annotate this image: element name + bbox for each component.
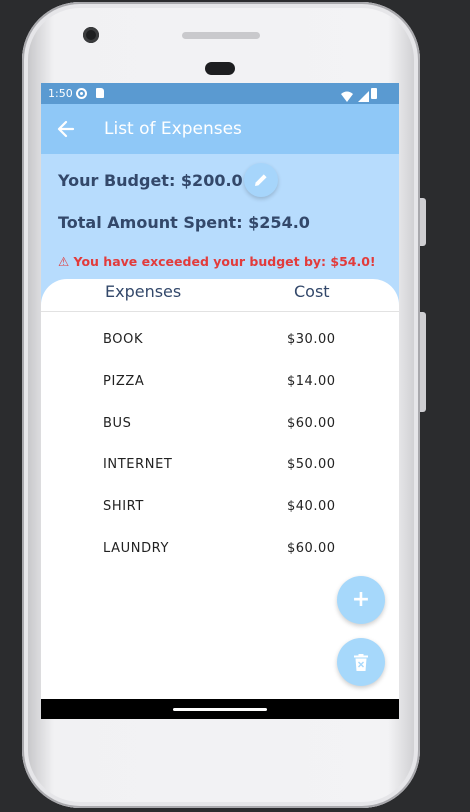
- expense-cost: $14.00: [287, 374, 336, 389]
- list-item[interactable]: BUS $60.00: [41, 416, 399, 440]
- header-divider: [41, 311, 399, 312]
- budget-text: Your Budget: $200.0: [58, 171, 243, 190]
- list-item[interactable]: PIZZA $14.00: [41, 374, 399, 398]
- pencil-icon: [255, 174, 267, 186]
- delete-expenses-button[interactable]: [337, 638, 385, 686]
- home-indicator[interactable]: [173, 708, 267, 711]
- column-header-expenses: Expenses: [105, 282, 182, 301]
- trash-icon: [354, 654, 368, 671]
- status-bar: 1:50: [41, 83, 399, 104]
- battery-icon: [371, 88, 377, 99]
- expense-cost: $60.00: [287, 416, 336, 431]
- front-camera: [83, 27, 99, 43]
- expense-name: BUS: [103, 416, 132, 431]
- app-bar: List of Expenses: [41, 104, 399, 154]
- list-item[interactable]: INTERNET $50.00: [41, 457, 399, 481]
- expense-cost: $40.00: [287, 499, 336, 514]
- expense-name: LAUNDRY: [103, 541, 170, 556]
- sd-card-icon: [96, 88, 104, 98]
- plus-icon: +: [351, 587, 371, 612]
- total-spent-text: Total Amount Spent: $254.0: [58, 213, 310, 232]
- arrow-left-icon[interactable]: [57, 117, 75, 146]
- status-time: 1:50: [48, 87, 73, 100]
- list-item[interactable]: BOOK $30.00: [41, 332, 399, 356]
- edit-budget-button[interactable]: [244, 163, 278, 197]
- system-nav-bar: [41, 699, 399, 719]
- earpiece-speaker: [182, 32, 260, 39]
- list-item[interactable]: SHIRT $40.00: [41, 499, 399, 523]
- proximity-sensor: [205, 62, 235, 75]
- expense-name: PIZZA: [103, 374, 145, 389]
- power-button: [420, 198, 426, 246]
- device-screen: 1:50 List of Expenses Your Budget: $200.…: [41, 83, 399, 719]
- expense-cost: $30.00: [287, 332, 336, 347]
- expense-name: BOOK: [103, 332, 144, 347]
- expense-cost: $50.00: [287, 457, 336, 472]
- budget-warning: ⚠ You have exceeded your budget by: $54.…: [58, 254, 376, 269]
- column-header-cost: Cost: [294, 282, 330, 301]
- expense-cost: $60.00: [287, 541, 336, 556]
- add-expense-button[interactable]: +: [337, 576, 385, 624]
- volume-button: [420, 312, 426, 412]
- expense-name: SHIRT: [103, 499, 144, 514]
- expense-name: INTERNET: [103, 457, 173, 472]
- page-title: List of Expenses: [104, 119, 242, 139]
- list-item[interactable]: LAUNDRY $60.00: [41, 541, 399, 565]
